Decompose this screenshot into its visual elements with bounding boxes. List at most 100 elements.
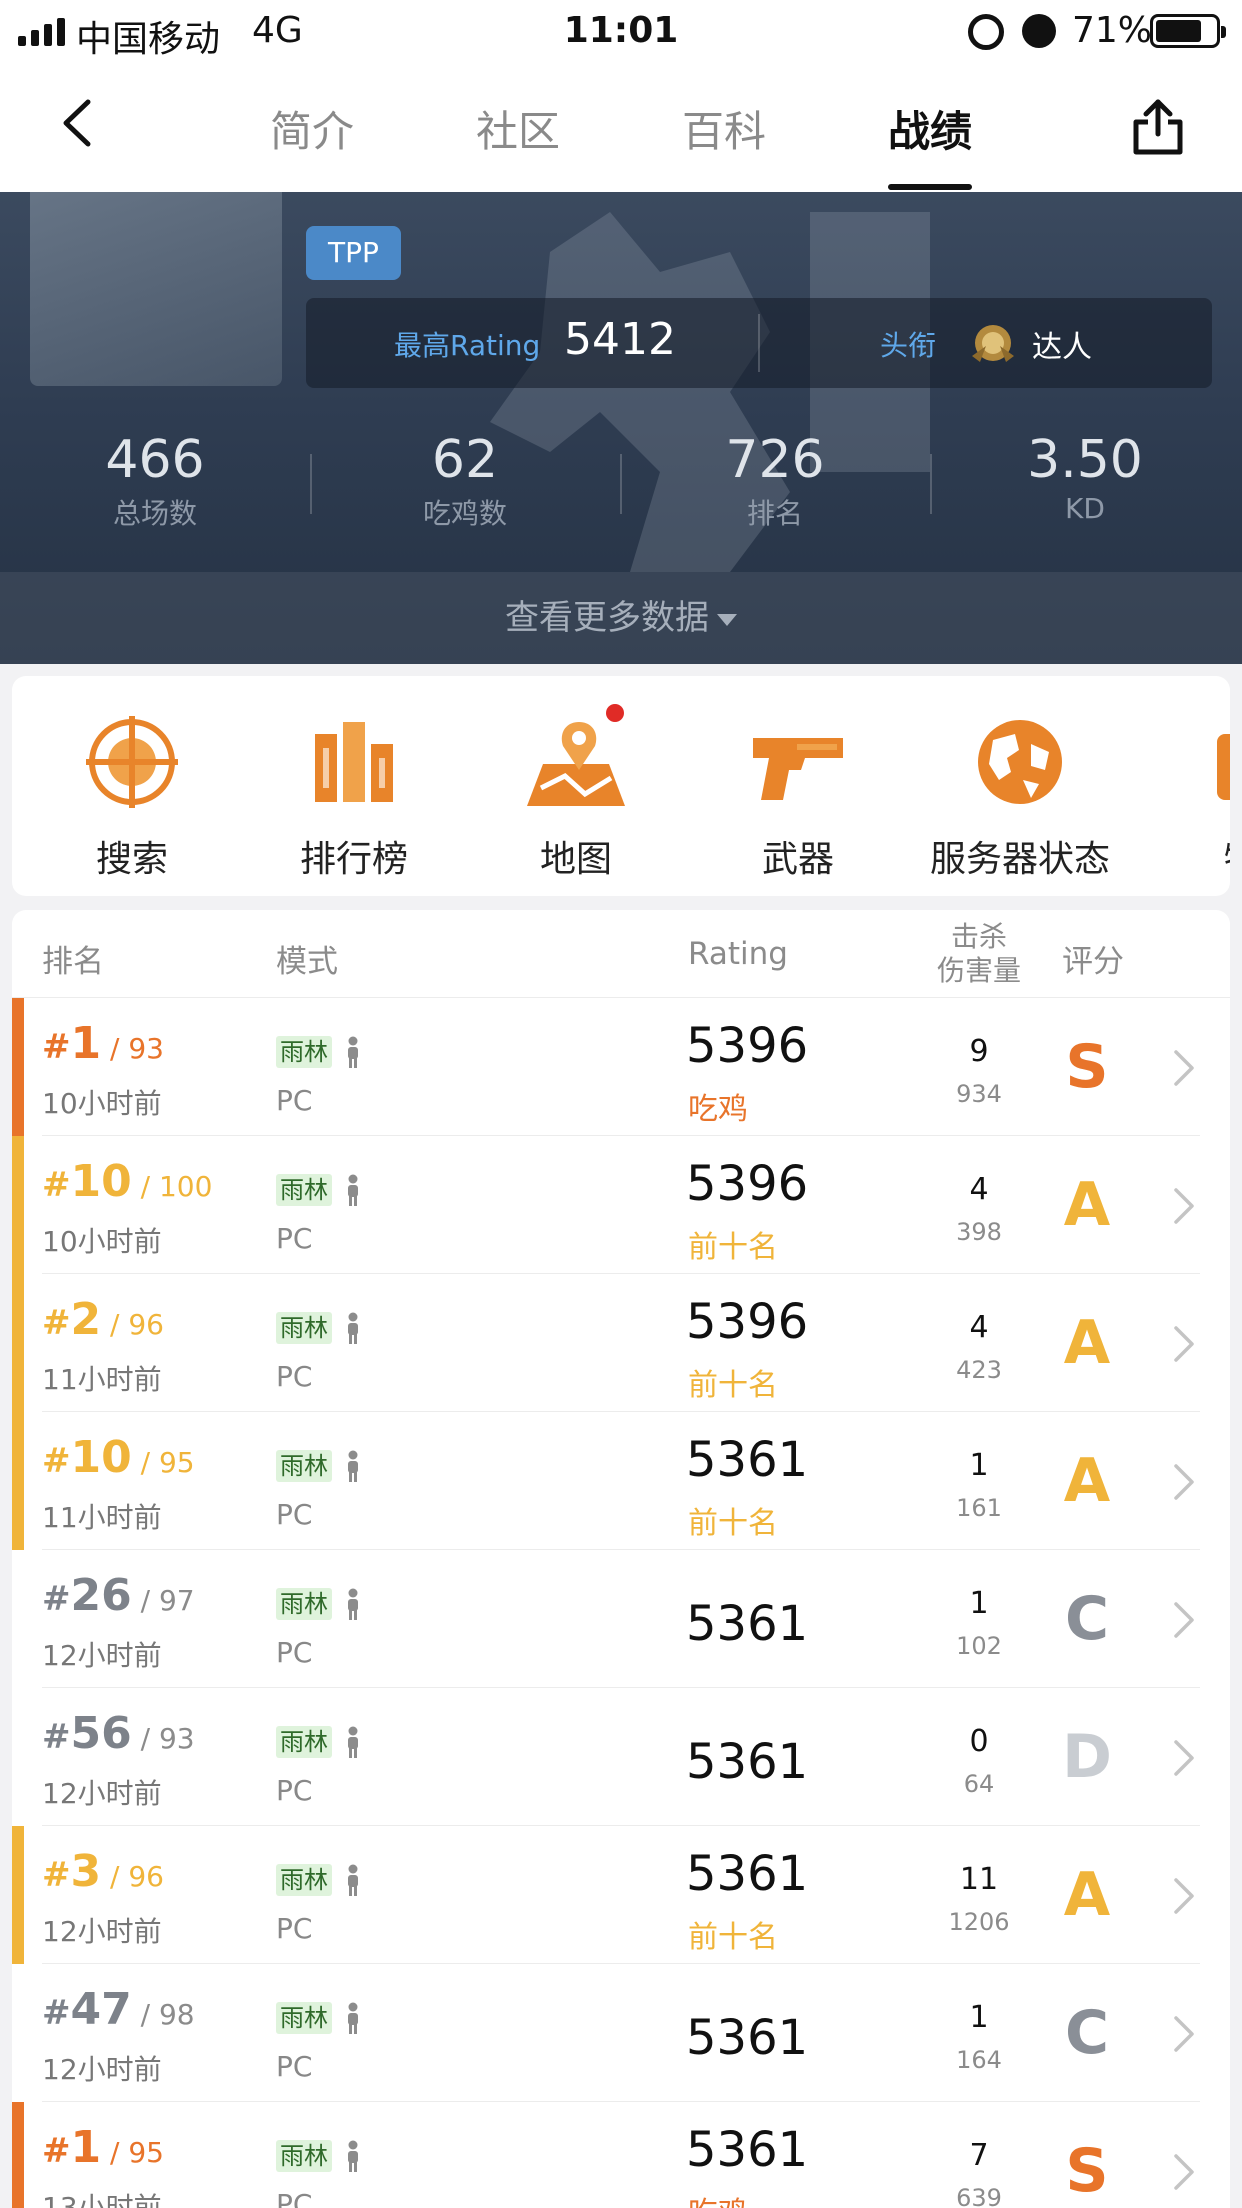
shortcut-weapons[interactable]: 武器	[688, 714, 908, 882]
alarm-icon	[1022, 14, 1056, 48]
header-kills: 击杀	[950, 920, 1007, 953]
shortcut-label: 物	[1132, 830, 1230, 882]
best-rating-label: 最高Rating	[394, 329, 541, 362]
table-row[interactable]: #3 / 96 12小时前 雨林 PC 5361 前十名 11 1206 A	[12, 1826, 1230, 1964]
chevron-left-icon[interactable]	[56, 98, 106, 148]
mode-badge: TPP	[306, 226, 401, 280]
result-bar	[12, 1136, 24, 1274]
shortcut-items[interactable]: 物	[1132, 714, 1230, 882]
share-icon[interactable]	[1130, 96, 1186, 156]
notification-dot	[606, 704, 624, 722]
platform-label: PC	[276, 2050, 313, 2083]
screen: { "status_bar": { "carrier": "中国移动", "ne…	[0, 0, 1242, 2208]
match-rating: 5361	[686, 2010, 809, 2066]
avatar	[30, 192, 282, 386]
rank-cell: #10 / 95	[42, 1432, 195, 1483]
divider	[758, 314, 760, 372]
table-row[interactable]: #2 / 96 11小时前 雨林 PC 5396 前十名 4 423 A	[12, 1274, 1230, 1412]
kills-value: 1	[969, 1586, 989, 1621]
table-row[interactable]: #1 / 93 10小时前 雨林 PC 5396 吃鸡 9 934 S	[12, 998, 1230, 1136]
rank-cell: #47 / 98	[42, 1984, 195, 2035]
solo-person-icon	[348, 1864, 358, 1896]
damage-value: 164	[956, 2046, 1002, 2074]
stat-label: 总场数	[112, 497, 197, 530]
hash-sign: #	[42, 1993, 71, 2033]
table-row[interactable]: #47 / 98 12小时前 雨林 PC 5361 1 164 C	[12, 1964, 1230, 2102]
grade-badge: C	[1064, 1998, 1110, 2068]
result-bar	[12, 998, 24, 1136]
kills-value: 1	[969, 1448, 989, 1483]
grade-badge: A	[1063, 1308, 1111, 1378]
header-kills-damage: 击杀 伤害量	[924, 920, 1034, 988]
result-label: 前十名	[688, 1230, 778, 1265]
battery-percent: 71%	[1072, 10, 1153, 51]
tab-wiki[interactable]: 百科	[682, 98, 766, 159]
grade-badge: A	[1063, 1860, 1111, 1930]
match-time: 11小时前	[42, 1363, 162, 1396]
damage-value: 102	[956, 1632, 1002, 1660]
rank-total: / 95	[140, 1446, 195, 1479]
shortcut-server-status[interactable]: 服务器状态	[910, 714, 1130, 882]
damage-value: 398	[956, 1218, 1002, 1246]
header-grade: 评分	[1062, 944, 1124, 980]
kills-value: 9	[969, 1034, 989, 1069]
stat-label: KD	[1065, 492, 1105, 525]
match-rating: 5361	[686, 1596, 809, 1652]
tab-community[interactable]: 社区	[476, 98, 560, 159]
rank-total: / 96	[110, 1308, 164, 1341]
solo-person-icon	[348, 2002, 358, 2034]
map-badge: 雨林	[276, 1036, 332, 1068]
table-row[interactable]: #10 / 100 10小时前 雨林 PC 5396 前十名 4 398 A	[12, 1136, 1230, 1274]
result-bar	[12, 1826, 24, 1964]
platform-label: PC	[276, 1774, 313, 1807]
shortcut-map[interactable]: 地图	[466, 704, 686, 882]
table-row[interactable]: #56 / 93 12小时前 雨林 PC 5361 0 64 D	[12, 1688, 1230, 1826]
rank-total: / 93	[110, 1032, 164, 1065]
chevron-right-icon	[1174, 1464, 1194, 1500]
header-damage: 伤害量	[936, 954, 1021, 987]
rank-value: 10	[70, 1432, 132, 1483]
chevron-right-icon	[1174, 2154, 1194, 2190]
match-time: 12小时前	[42, 1777, 162, 1810]
result-label: 前十名	[688, 1920, 778, 1955]
shortcut-leaderboard[interactable]: 排行榜	[244, 714, 464, 882]
rank-value: 1	[70, 2122, 102, 2173]
table-row[interactable]: #10 / 95 11小时前 雨林 PC 5361 前十名 1 161 A	[12, 1412, 1230, 1550]
kills-value: 11	[959, 1862, 999, 1897]
table-row[interactable]: #1 / 95 13小时前 雨林 PC 5361 吃鸡 7 639 S	[12, 2102, 1230, 2208]
rotation-lock-icon	[968, 14, 1004, 50]
table-row[interactable]: #26 / 97 12小时前 雨林 PC 5361 1 102 C	[12, 1550, 1230, 1688]
solo-person-icon	[348, 1174, 358, 1206]
chevron-right-icon	[1174, 1188, 1194, 1224]
match-rating: 5396	[686, 1156, 809, 1212]
shortcut-search[interactable]: 搜索	[22, 714, 242, 882]
solo-person-icon	[348, 1312, 358, 1344]
chevron-right-icon	[1174, 1050, 1194, 1086]
rank-cell: #26 / 97	[42, 1570, 195, 1621]
rank-total: / 93	[140, 1722, 195, 1755]
match-table: 排名 模式 Rating 击杀 伤害量 评分 #1 / 93 10小时前 雨林 PC 5…	[12, 910, 1230, 2208]
title-label: 头衔	[880, 329, 937, 362]
map-badge: 雨林	[276, 2140, 332, 2172]
shortcut-label: 搜索	[95, 839, 168, 880]
shortcut-label: 排行榜	[299, 839, 408, 880]
stat-value: 3.50	[1027, 430, 1143, 490]
kills-value: 4	[969, 1172, 989, 1207]
platform-label: PC	[276, 1498, 313, 1531]
tab-intro[interactable]: 简介	[270, 98, 354, 159]
more-data-button[interactable]: 查看更多数据	[0, 572, 1242, 664]
damage-value: 161	[956, 1494, 1002, 1522]
top-nav: 简介 社区 百科 战绩	[0, 62, 1242, 192]
rank-cell: #1 / 93	[42, 1018, 164, 1069]
chevron-right-icon	[1174, 1878, 1194, 1914]
shortcut-label: 武器	[761, 839, 834, 880]
rank-total: / 95	[110, 2136, 164, 2169]
tab-records[interactable]: 战绩	[888, 98, 972, 159]
result-bar	[12, 2102, 24, 2208]
rank-value: 3	[70, 1846, 102, 1897]
result-label: 吃鸡	[688, 2188, 748, 2208]
hash-sign: #	[42, 1717, 71, 1757]
header-rank: 排名	[42, 944, 104, 980]
rank-cell: #1 / 95	[42, 2122, 164, 2173]
damage-value: 423	[956, 1356, 1002, 1384]
